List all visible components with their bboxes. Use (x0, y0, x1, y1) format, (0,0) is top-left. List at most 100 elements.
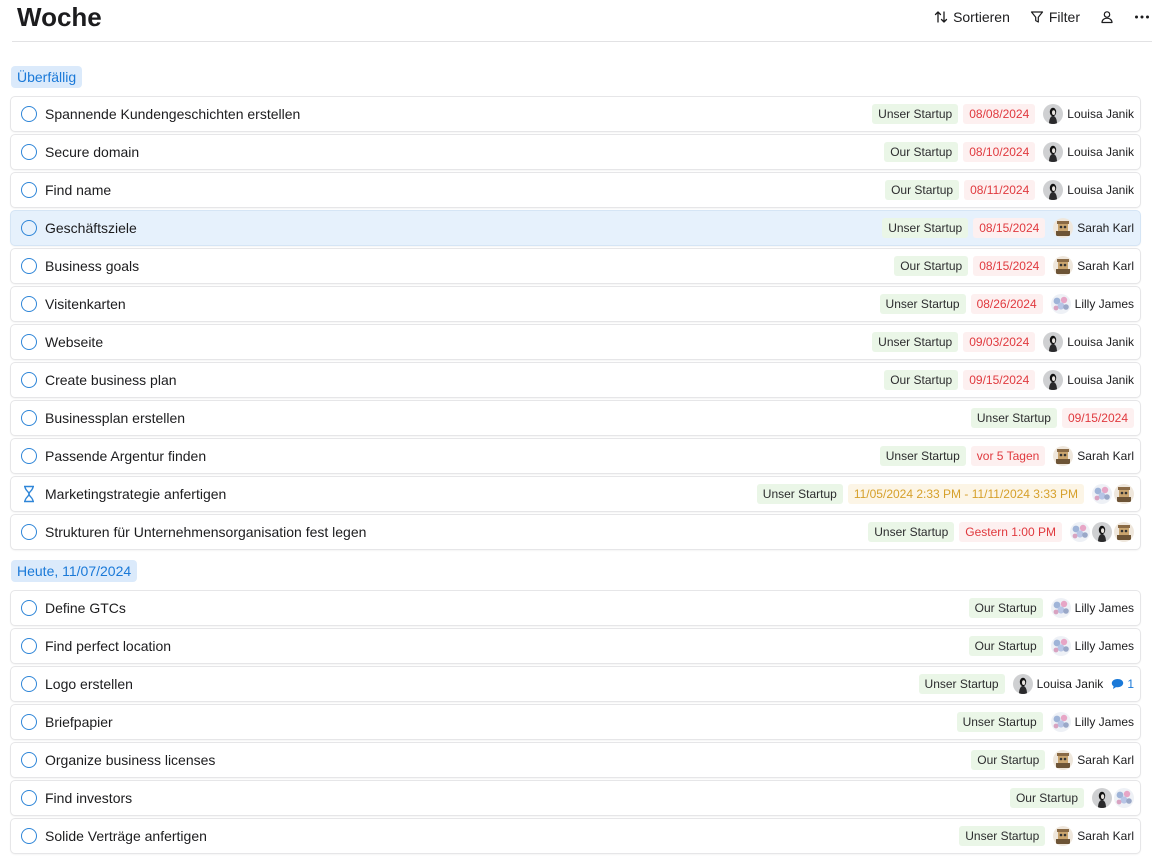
task-row[interactable]: Passende Argentur finden Unser Startup vor… (11, 439, 1140, 473)
task-title[interactable]: Create business plan (45, 372, 177, 388)
circle-checkbox-icon[interactable] (21, 144, 37, 160)
assignee[interactable]: Louisa Janik (1041, 180, 1134, 200)
task-row[interactable]: Find investors Our Startup (11, 781, 1140, 815)
circle-checkbox-icon[interactable] (21, 676, 37, 692)
project-badge[interactable]: Unser Startup (918, 674, 1005, 694)
project-badge[interactable]: Unser Startup (956, 712, 1043, 732)
assignee[interactable]: Louisa Janik (1041, 104, 1134, 124)
assignee[interactable]: Lilly James (1049, 598, 1134, 618)
project-badge[interactable]: Our Startup (885, 180, 960, 200)
project-badge[interactable]: Our Startup (968, 598, 1043, 618)
more-button[interactable] (1134, 10, 1150, 24)
project-badge[interactable]: Unser Startup (872, 104, 959, 124)
task-row[interactable]: Webseite Unser Startup 09/03/2024 Louisa Ja… (11, 325, 1140, 359)
project-badge[interactable]: Unser Startup (872, 332, 959, 352)
assignee[interactable]: Sarah Karl (1051, 446, 1134, 466)
assignee[interactable]: Lilly James (1049, 294, 1134, 314)
due-date[interactable]: 11/05/2024 2:33 PM - 11/11/2024 3:33 PM (847, 484, 1084, 504)
assignee[interactable]: Lilly James (1049, 636, 1134, 656)
assignee[interactable]: Sarah Karl (1051, 750, 1134, 770)
task-row[interactable]: Logo erstellen Unser Startup Louisa Janik 1 (11, 667, 1140, 701)
comment-count[interactable]: 1 (1111, 677, 1134, 691)
task-row[interactable]: Geschäftsziele Unser Startup 08/15/2024 Sar… (11, 211, 1140, 245)
task-title[interactable]: Geschäftsziele (45, 220, 137, 236)
circle-checkbox-icon[interactable] (21, 828, 37, 844)
due-date[interactable]: 08/15/2024 (973, 256, 1046, 276)
task-row[interactable]: Define GTCs Our Startup Lilly James (11, 591, 1140, 625)
task-title[interactable]: Visitenkarten (45, 296, 126, 312)
task-title[interactable]: Strukturen für Unternehmensorganisation … (45, 524, 366, 540)
task-row[interactable]: Strukturen für Unternehmensorganisation … (11, 515, 1140, 549)
circle-checkbox-icon[interactable] (21, 410, 37, 426)
due-date[interactable]: 08/10/2024 (963, 142, 1036, 162)
hourglass-icon[interactable] (22, 485, 36, 503)
circle-checkbox-icon[interactable] (21, 334, 37, 350)
task-row[interactable]: Briefpapier Unser Startup Lilly James (11, 705, 1140, 739)
circle-checkbox-icon[interactable] (21, 182, 37, 198)
task-title[interactable]: Webseite (45, 334, 103, 350)
task-row[interactable]: Solide Verträge anfertigen Unser Startup S… (11, 819, 1140, 853)
circle-checkbox-icon[interactable] (21, 220, 37, 236)
due-date[interactable]: 09/15/2024 (963, 370, 1036, 390)
task-title[interactable]: Passende Argentur finden (45, 448, 206, 464)
task-title[interactable]: Businessplan erstellen (45, 410, 185, 426)
project-badge[interactable]: Our Startup (1009, 788, 1084, 808)
circle-checkbox-icon[interactable] (21, 258, 37, 274)
task-title[interactable]: Organize business licenses (45, 752, 215, 768)
project-badge[interactable]: Unser Startup (879, 294, 966, 314)
assignee[interactable] (1068, 522, 1134, 542)
task-title[interactable]: Marketingstrategie anfertigen (45, 486, 226, 502)
project-badge[interactable]: Our Startup (968, 636, 1043, 656)
circle-checkbox-icon[interactable] (21, 752, 37, 768)
assignee[interactable]: Sarah Karl (1051, 218, 1134, 238)
due-date[interactable]: 08/26/2024 (970, 294, 1043, 314)
assignee[interactable] (1090, 788, 1134, 808)
task-title[interactable]: Define GTCs (45, 600, 126, 616)
task-row[interactable]: Visitenkarten Unser Startup 08/26/2024 Lill… (11, 287, 1140, 321)
assignee[interactable]: Louisa Janik (1041, 370, 1134, 390)
task-row[interactable]: Marketingstrategie anfertigen Unser Start… (11, 477, 1140, 511)
task-row[interactable]: Find name Our Startup 08/11/2024 Louisa Jan… (11, 173, 1140, 207)
task-title[interactable]: Business goals (45, 258, 139, 274)
project-badge[interactable]: Our Startup (971, 750, 1046, 770)
task-title[interactable]: Spannende Kundengeschichten erstellen (45, 106, 300, 122)
assignee[interactable]: Louisa Janik (1041, 332, 1134, 352)
due-date[interactable]: 09/15/2024 (1061, 408, 1134, 428)
circle-checkbox-icon[interactable] (21, 524, 37, 540)
project-badge[interactable]: Unser Startup (756, 484, 843, 504)
task-title[interactable]: Find investors (45, 790, 132, 806)
circle-checkbox-icon[interactable] (21, 106, 37, 122)
task-row[interactable]: Secure domain Our Startup 08/10/2024 Louisa… (11, 135, 1140, 169)
assignee-filter-button[interactable] (1100, 10, 1114, 24)
task-title[interactable]: Find name (45, 182, 111, 198)
sort-button[interactable]: Sortieren (934, 9, 1010, 25)
task-row[interactable]: Businessplan erstellen Unser Startup 09/15… (11, 401, 1140, 435)
assignee[interactable]: Lilly James (1049, 712, 1134, 732)
project-badge[interactable]: Unser Startup (970, 408, 1057, 428)
assignee[interactable]: Louisa Janik (1041, 142, 1134, 162)
due-date[interactable]: 08/15/2024 (973, 218, 1046, 238)
circle-checkbox-icon[interactable] (21, 296, 37, 312)
project-badge[interactable]: Unser Startup (879, 446, 966, 466)
task-row[interactable]: Spannende Kundengeschichten erstellen Uns… (11, 97, 1140, 131)
due-date[interactable]: vor 5 Tagen (970, 446, 1046, 466)
circle-checkbox-icon[interactable] (21, 448, 37, 464)
assignee[interactable]: Sarah Karl (1051, 826, 1134, 846)
circle-checkbox-icon[interactable] (21, 714, 37, 730)
due-date[interactable]: Gestern 1:00 PM (959, 522, 1062, 542)
task-row[interactable]: Organize business licenses Our Startup Sar… (11, 743, 1140, 777)
task-title[interactable]: Find perfect location (45, 638, 171, 654)
circle-checkbox-icon[interactable] (21, 600, 37, 616)
task-title[interactable]: Solide Verträge anfertigen (45, 828, 207, 844)
task-title[interactable]: Logo erstellen (45, 676, 133, 692)
project-badge[interactable]: Unser Startup (959, 826, 1046, 846)
assignee[interactable] (1090, 484, 1134, 504)
filter-button[interactable]: Filter (1030, 9, 1080, 25)
due-date[interactable]: 08/08/2024 (963, 104, 1036, 124)
due-date[interactable]: 08/11/2024 (964, 180, 1036, 200)
project-badge[interactable]: Unser Startup (868, 522, 955, 542)
project-badge[interactable]: Our Startup (884, 370, 959, 390)
circle-checkbox-icon[interactable] (21, 372, 37, 388)
project-badge[interactable]: Our Startup (894, 256, 969, 276)
circle-checkbox-icon[interactable] (21, 790, 37, 806)
